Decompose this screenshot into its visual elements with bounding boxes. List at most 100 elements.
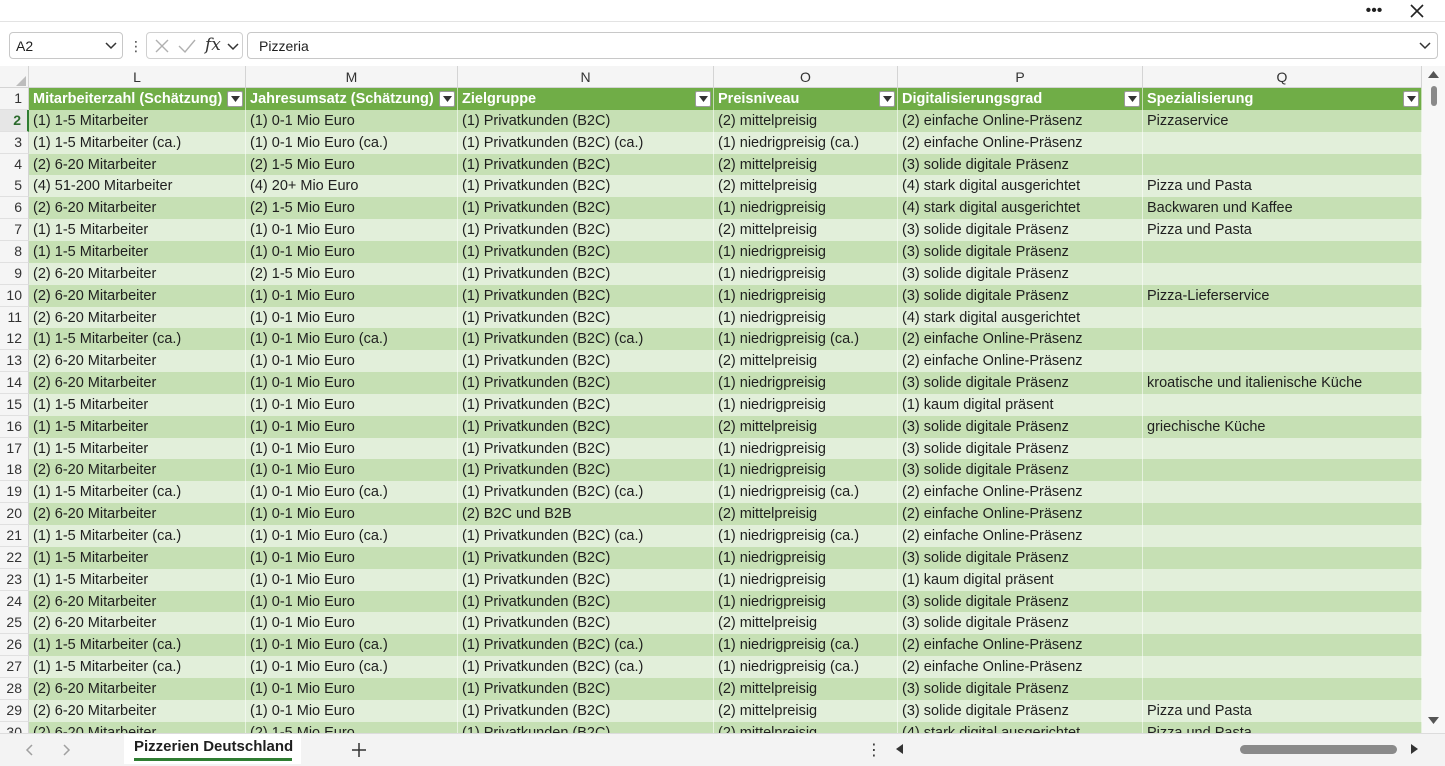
table-cell-m[interactable]: (2) 1-5 Mio Euro xyxy=(246,197,458,219)
table-cell-m[interactable]: (1) 0-1 Mio Euro xyxy=(246,219,458,241)
table-cell-p[interactable]: (3) solide digitale Präsenz xyxy=(898,263,1143,285)
table-cell-l[interactable]: (2) 6-20 Mitarbeiter xyxy=(29,612,246,634)
table-cell-n[interactable]: (1) Privatkunden (B2C) xyxy=(458,416,714,438)
table-cell-o[interactable]: (2) mittelpreisig xyxy=(714,416,898,438)
table-cell-m[interactable]: (1) 0-1 Mio Euro (ca.) xyxy=(246,525,458,547)
row-header[interactable]: 4 xyxy=(0,154,29,176)
table-cell-n[interactable]: (1) Privatkunden (B2C) (ca.) xyxy=(458,525,714,547)
table-cell-q[interactable]: Pizza-Lieferservice xyxy=(1143,285,1422,307)
filter-dropdown-button[interactable] xyxy=(439,91,455,107)
row-header[interactable]: 22 xyxy=(0,547,29,569)
table-cell-l[interactable]: (1) 1-5 Mitarbeiter xyxy=(29,110,246,132)
table-cell-o[interactable]: (2) mittelpreisig xyxy=(714,350,898,372)
table-cell-l[interactable]: (2) 6-20 Mitarbeiter xyxy=(29,503,246,525)
table-cell-n[interactable]: (1) Privatkunden (B2C) (ca.) xyxy=(458,132,714,154)
table-cell-q[interactable] xyxy=(1143,547,1422,569)
cancel-icon[interactable] xyxy=(153,37,171,55)
table-header-cell-q[interactable]: Spezialisierung xyxy=(1143,88,1422,110)
add-sheet-icon[interactable] xyxy=(349,740,369,760)
row-header[interactable]: 27 xyxy=(0,656,29,678)
table-cell-p[interactable]: (3) solide digitale Präsenz xyxy=(898,438,1143,460)
table-cell-q[interactable] xyxy=(1143,634,1422,656)
table-cell-o[interactable]: (1) niedrigpreisig xyxy=(714,394,898,416)
table-cell-n[interactable]: (1) Privatkunden (B2C) xyxy=(458,110,714,132)
table-cell-l[interactable]: (1) 1-5 Mitarbeiter xyxy=(29,569,246,591)
expand-formula-bar-icon[interactable] xyxy=(1419,41,1431,51)
table-cell-m[interactable]: (1) 0-1 Mio Euro (ca.) xyxy=(246,328,458,350)
table-cell-q[interactable] xyxy=(1143,591,1422,613)
table-cell-m[interactable]: (1) 0-1 Mio Euro xyxy=(246,285,458,307)
table-cell-p[interactable]: (3) solide digitale Präsenz xyxy=(898,678,1143,700)
table-cell-p[interactable]: (2) einfache Online-Präsenz xyxy=(898,350,1143,372)
table-header-cell-n[interactable]: Zielgruppe xyxy=(458,88,714,110)
row-header[interactable]: 24 xyxy=(0,591,29,613)
table-cell-q[interactable] xyxy=(1143,481,1422,503)
table-cell-o[interactable]: (1) niedrigpreisig (ca.) xyxy=(714,634,898,656)
table-cell-q[interactable] xyxy=(1143,656,1422,678)
table-cell-o[interactable]: (1) niedrigpreisig xyxy=(714,569,898,591)
table-cell-m[interactable]: (1) 0-1 Mio Euro xyxy=(246,110,458,132)
table-cell-n[interactable]: (1) Privatkunden (B2C) (ca.) xyxy=(458,656,714,678)
table-cell-q[interactable] xyxy=(1143,438,1422,460)
table-cell-p[interactable]: (3) solide digitale Präsenz xyxy=(898,459,1143,481)
scroll-down-icon[interactable] xyxy=(1428,717,1439,725)
insert-function-button[interactable]: fx xyxy=(205,35,221,55)
table-cell-p[interactable]: (2) einfache Online-Präsenz xyxy=(898,656,1143,678)
row-header[interactable]: 10 xyxy=(0,285,29,307)
table-cell-o[interactable]: (2) mittelpreisig xyxy=(714,678,898,700)
table-cell-n[interactable]: (1) Privatkunden (B2C) xyxy=(458,569,714,591)
table-cell-p[interactable]: (3) solide digitale Präsenz xyxy=(898,241,1143,263)
filter-dropdown-button[interactable] xyxy=(879,91,895,107)
table-cell-p[interactable]: (3) solide digitale Präsenz xyxy=(898,700,1143,722)
table-cell-q[interactable]: griechische Küche xyxy=(1143,416,1422,438)
row-header[interactable]: 29 xyxy=(0,700,29,722)
row-header[interactable]: 26 xyxy=(0,634,29,656)
table-cell-n[interactable]: (1) Privatkunden (B2C) (ca.) xyxy=(458,481,714,503)
row-header[interactable]: 7 xyxy=(0,219,29,241)
name-box[interactable]: A2 xyxy=(9,32,123,59)
table-cell-n[interactable]: (1) Privatkunden (B2C) xyxy=(458,307,714,329)
table-header-cell-m[interactable]: Jahresumsatz (Schätzung) xyxy=(246,88,458,110)
table-cell-m[interactable]: (2) 1-5 Mio Euro xyxy=(246,154,458,176)
table-cell-o[interactable]: (1) niedrigpreisig (ca.) xyxy=(714,656,898,678)
column-header-p[interactable]: P xyxy=(898,66,1143,88)
table-cell-m[interactable]: (1) 0-1 Mio Euro (ca.) xyxy=(246,634,458,656)
table-cell-l[interactable]: (2) 6-20 Mitarbeiter xyxy=(29,591,246,613)
table-cell-p[interactable]: (3) solide digitale Präsenz xyxy=(898,612,1143,634)
table-cell-n[interactable]: (1) Privatkunden (B2C) xyxy=(458,459,714,481)
row-header[interactable]: 25 xyxy=(0,612,29,634)
table-cell-p[interactable]: (3) solide digitale Präsenz xyxy=(898,416,1143,438)
table-cell-l[interactable]: (2) 6-20 Mitarbeiter xyxy=(29,459,246,481)
table-cell-m[interactable]: (2) 1-5 Mio Euro xyxy=(246,722,458,733)
table-cell-q[interactable]: kroatische und italienische Küche xyxy=(1143,372,1422,394)
tab-splitter-handle[interactable]: ⋮ xyxy=(866,740,882,760)
table-cell-o[interactable]: (1) niedrigpreisig xyxy=(714,263,898,285)
table-cell-p[interactable]: (3) solide digitale Präsenz xyxy=(898,547,1143,569)
table-cell-o[interactable]: (1) niedrigpreisig xyxy=(714,459,898,481)
table-cell-o[interactable]: (2) mittelpreisig xyxy=(714,503,898,525)
row-header[interactable]: 16 xyxy=(0,416,29,438)
table-cell-m[interactable]: (4) 20+ Mio Euro xyxy=(246,175,458,197)
table-cell-q[interactable] xyxy=(1143,328,1422,350)
table-cell-m[interactable]: (1) 0-1 Mio Euro xyxy=(246,438,458,460)
table-cell-l[interactable]: (2) 6-20 Mitarbeiter xyxy=(29,307,246,329)
table-cell-q[interactable] xyxy=(1143,503,1422,525)
table-cell-q[interactable] xyxy=(1143,459,1422,481)
filter-dropdown-button[interactable] xyxy=(695,91,711,107)
table-cell-q[interactable]: Pizza und Pasta xyxy=(1143,722,1422,733)
table-cell-p[interactable]: (2) einfache Online-Präsenz xyxy=(898,481,1143,503)
close-button[interactable] xyxy=(1397,0,1437,22)
table-cell-o[interactable]: (1) niedrigpreisig xyxy=(714,591,898,613)
scroll-left-icon[interactable] xyxy=(893,742,907,756)
table-cell-p[interactable]: (3) solide digitale Präsenz xyxy=(898,285,1143,307)
table-cell-m[interactable]: (1) 0-1 Mio Euro xyxy=(246,307,458,329)
table-cell-n[interactable]: (1) Privatkunden (B2C) xyxy=(458,285,714,307)
table-cell-p[interactable]: (4) stark digital ausgerichtet xyxy=(898,175,1143,197)
table-cell-o[interactable]: (1) niedrigpreisig xyxy=(714,197,898,219)
table-cell-o[interactable]: (1) niedrigpreisig xyxy=(714,285,898,307)
table-cell-o[interactable]: (1) niedrigpreisig xyxy=(714,438,898,460)
table-cell-l[interactable]: (1) 1-5 Mitarbeiter xyxy=(29,416,246,438)
table-cell-o[interactable]: (1) niedrigpreisig xyxy=(714,307,898,329)
table-cell-q[interactable] xyxy=(1143,612,1422,634)
table-cell-n[interactable]: (1) Privatkunden (B2C) xyxy=(458,175,714,197)
